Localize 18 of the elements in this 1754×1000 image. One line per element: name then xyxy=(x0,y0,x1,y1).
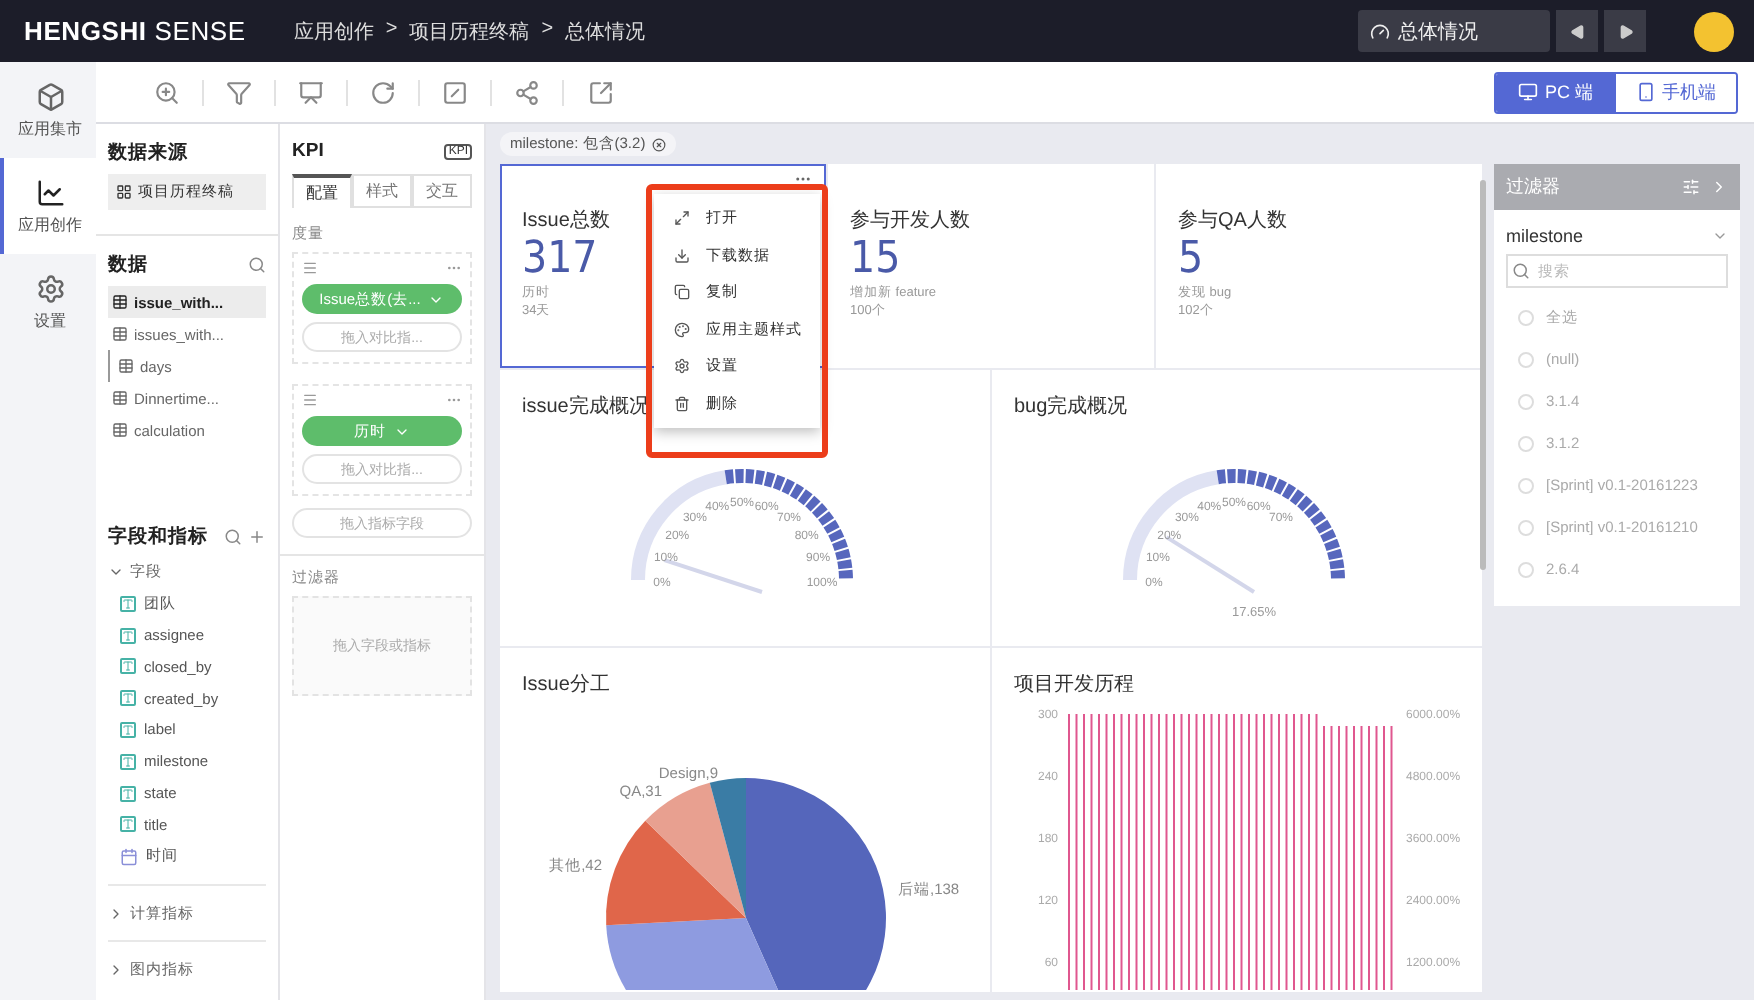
panel-title: 数据来源 xyxy=(108,140,188,166)
breadcrumb-separator: > xyxy=(385,17,398,43)
panel-title: KPI xyxy=(292,140,324,162)
logo: HENGSHI SENSE xyxy=(24,16,246,46)
panel-title: 过滤器 xyxy=(1506,174,1560,200)
kpi-title: 参与QA人数 xyxy=(1178,207,1287,234)
chart-title: bug完成概况 xyxy=(1014,393,1128,420)
panel-title: 字段和指标 xyxy=(108,523,208,550)
kpi-title: 参与开发人数 xyxy=(850,207,970,234)
chart-title: Issue分工 xyxy=(522,672,610,698)
kpi-value: 317 xyxy=(522,234,598,284)
kpi-value: 15 xyxy=(850,234,901,284)
panel-title: 数据 xyxy=(108,252,148,278)
kpi-value: 5 xyxy=(1178,234,1204,284)
filter-field-name: milestone xyxy=(1506,226,1584,246)
kpi-title: Issue总数 xyxy=(522,207,610,234)
breadcrumb-separator: > xyxy=(541,17,554,43)
chart-title: 项目开发历程 xyxy=(1014,672,1134,698)
